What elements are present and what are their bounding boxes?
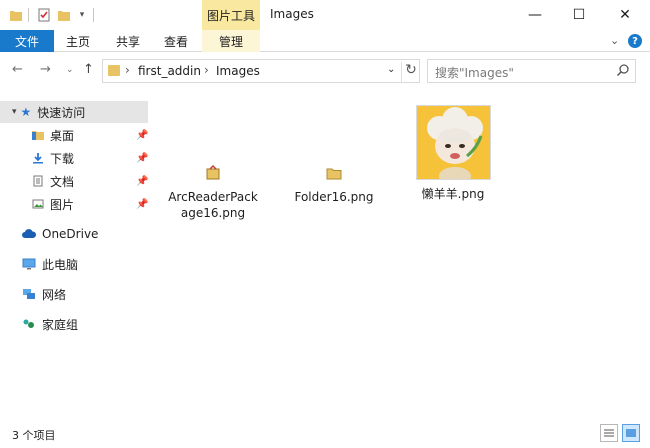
computer-icon (22, 258, 36, 270)
sidebar-item-homegroup[interactable]: 家庭组 (22, 313, 152, 335)
navigation-bar: ← → ⌄ ↑ › first_addin › Images ⌄ ↻ 搜索"Im… (0, 52, 650, 88)
sidebar-item-pictures[interactable]: 图片 (32, 193, 152, 215)
address-dropdown-icon[interactable]: ⌄ (387, 64, 395, 75)
pictures-folder-icon (32, 199, 44, 209)
large-icons-view-button[interactable] (622, 424, 640, 442)
pin-icon[interactable]: 📌 (136, 153, 148, 164)
search-box[interactable]: 搜索"Images" (427, 59, 636, 83)
breadcrumb-separator-icon[interactable]: › (204, 63, 209, 77)
refresh-icon[interactable]: ↻ (401, 62, 420, 82)
sidebar-item-quick-access[interactable]: ▾ ★ 快速访问 (0, 101, 148, 123)
chevron-down-icon[interactable]: ▾ (12, 107, 17, 117)
breadcrumb-first-addin[interactable]: first_addin (138, 64, 201, 78)
sidebar-item-label: 家庭组 (42, 317, 79, 332)
file-list: ArcReaderPack age16.png Folder16.png 懒羊羊… (160, 95, 650, 415)
network-icon (23, 289, 35, 299)
sidebar-item-label: 图片 (50, 197, 75, 212)
details-view-button[interactable] (600, 424, 618, 442)
navigation-pane: ▾ ★ 快速访问 桌面 📌 下载 📌 文档 📌 图片 📌 OneDrive 此电… (0, 90, 155, 420)
cloud-icon (22, 229, 36, 238)
divider (93, 8, 94, 22)
item-count: 3 个项目 (12, 429, 56, 442)
sheep-thumbnail (415, 105, 491, 180)
tab-file[interactable]: 文件 (0, 30, 54, 52)
expand-ribbon-icon[interactable]: ⌄ (610, 34, 619, 47)
maximize-button[interactable]: ☐ (556, 0, 602, 30)
folder-icon (108, 65, 120, 76)
sidebar-item-desktop[interactable]: 桌面 (32, 124, 152, 146)
sidebar-item-network[interactable]: 网络 (22, 283, 152, 305)
sidebar-item-label: 网络 (42, 287, 67, 302)
desktop-folder-icon (32, 131, 44, 140)
recent-locations-icon[interactable]: ⌄ (66, 65, 74, 75)
file-name: 懒羊羊.png (421, 187, 485, 201)
sidebar-item-this-pc[interactable]: 此电脑 (22, 253, 152, 275)
new-folder-icon[interactable] (56, 7, 72, 23)
status-bar: 3 个项目 (0, 420, 650, 448)
window-title: Images (270, 7, 314, 21)
sidebar-item-onedrive[interactable]: OneDrive (22, 223, 152, 245)
documents-folder-icon (33, 175, 43, 187)
tab-home[interactable]: 主页 (66, 30, 90, 52)
star-icon: ★ (20, 105, 32, 119)
package-icon (206, 165, 220, 180)
folder-icon (326, 168, 342, 180)
sidebar-item-label: 桌面 (50, 128, 75, 143)
sidebar-item-label: OneDrive (42, 227, 99, 241)
file-name-line: ArcReaderPack (168, 190, 258, 204)
file-item[interactable]: ArcReaderPack age16.png (163, 165, 263, 221)
picture-tools-context-tab: 图片工具 (202, 0, 260, 30)
pin-icon[interactable]: 📌 (136, 130, 148, 141)
download-folder-icon (33, 153, 43, 164)
breadcrumb-images[interactable]: Images (216, 64, 260, 78)
properties-icon[interactable] (36, 7, 52, 23)
pin-icon[interactable]: 📌 (136, 176, 148, 187)
tab-share[interactable]: 共享 (116, 30, 140, 52)
ribbon-tabs: 文件 主页 共享 查看 管理 ⌄ ? (0, 30, 650, 52)
sidebar-item-label: 快速访问 (37, 105, 86, 120)
sidebar-item-label: 文档 (50, 174, 75, 189)
divider (28, 8, 29, 22)
pin-icon[interactable]: 📌 (136, 199, 148, 210)
title-bar: ▾ 图片工具 Images — ☐ ✕ (0, 0, 650, 30)
back-button[interactable]: ← (12, 62, 23, 77)
close-button[interactable]: ✕ (602, 0, 648, 30)
folder-icon[interactable] (8, 7, 24, 23)
sidebar-item-label: 此电脑 (42, 257, 79, 272)
address-bar[interactable]: › first_addin › Images ⌄ ↻ (102, 59, 420, 83)
file-name-line: age16.png (180, 206, 246, 220)
sidebar-item-label: 下载 (50, 151, 75, 166)
customize-quick-access-icon[interactable]: ▾ (74, 7, 90, 23)
minimize-button[interactable]: — (512, 0, 558, 30)
forward-button[interactable]: → (40, 62, 51, 77)
file-item[interactable]: Folder16.png (284, 165, 384, 205)
up-button[interactable]: ↑ (83, 62, 94, 77)
sidebar-item-documents[interactable]: 文档 (32, 170, 152, 192)
search-icon[interactable] (616, 63, 630, 77)
homegroup-icon (23, 319, 34, 328)
search-input[interactable]: 搜索"Images" (435, 64, 514, 81)
sidebar-item-downloads[interactable]: 下载 (32, 147, 152, 169)
file-name: Folder16.png (294, 190, 374, 204)
breadcrumb-separator-icon[interactable]: › (125, 63, 130, 77)
tab-view[interactable]: 查看 (164, 30, 188, 52)
file-item[interactable]: 懒羊羊.png (403, 105, 503, 202)
tab-manage[interactable]: 管理 (202, 30, 260, 52)
help-icon[interactable]: ? (628, 34, 642, 48)
